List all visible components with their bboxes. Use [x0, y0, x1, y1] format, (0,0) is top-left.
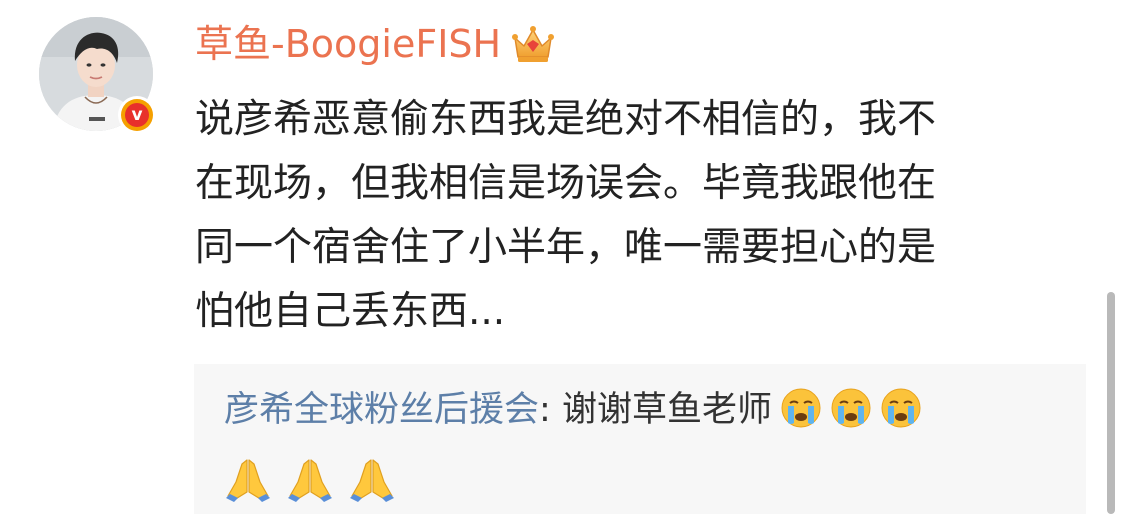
reply-text: 彦希全球粉丝后援会: 谢谢草鱼老师 [224, 384, 1074, 436]
reply-author-link[interactable]: 彦希全球粉丝后援会 [224, 390, 539, 430]
verified-v-icon: v [118, 96, 156, 134]
pray-emoji-row [224, 456, 396, 504]
crying-face-icon [881, 388, 921, 428]
folded-hands-icon [226, 459, 270, 502]
content-line: 在现场，但我相信是场误会。毕竟我跟他在 [195, 161, 937, 206]
content-line: 怕他自己丢东西... [195, 289, 506, 334]
content-line: 同一个宿舍住了小半年，唯一需要担心的是 [195, 225, 937, 270]
folded-hands-icon [288, 459, 332, 502]
reply-comment-box[interactable]: 彦希全球粉丝后援会: 谢谢草鱼老师 [194, 364, 1086, 514]
crying-face-icon [781, 388, 821, 428]
username-link[interactable]: 草鱼-BoogieFISH [195, 18, 501, 70]
crying-face-icon [831, 388, 871, 428]
scrollbar[interactable] [1107, 292, 1115, 514]
folded-hands-icon [350, 459, 394, 502]
weibo-post: v 草鱼-BoogieFISH 说彦希恶意偷东西我是绝对不相信的，我不 在现场，… [0, 0, 1125, 514]
reply-separator: : [539, 390, 562, 430]
reply-message: 谢谢草鱼老师 [561, 390, 772, 430]
username-row: 草鱼-BoogieFISH [195, 18, 555, 70]
crown-icon[interactable] [511, 22, 555, 66]
avatar-container[interactable]: v [39, 17, 156, 134]
post-content: 说彦希恶意偷东西我是绝对不相信的，我不 在现场，但我相信是场误会。毕竟我跟他在 … [195, 88, 1075, 344]
content-line: 说彦希恶意偷东西我是绝对不相信的，我不 [195, 97, 937, 142]
